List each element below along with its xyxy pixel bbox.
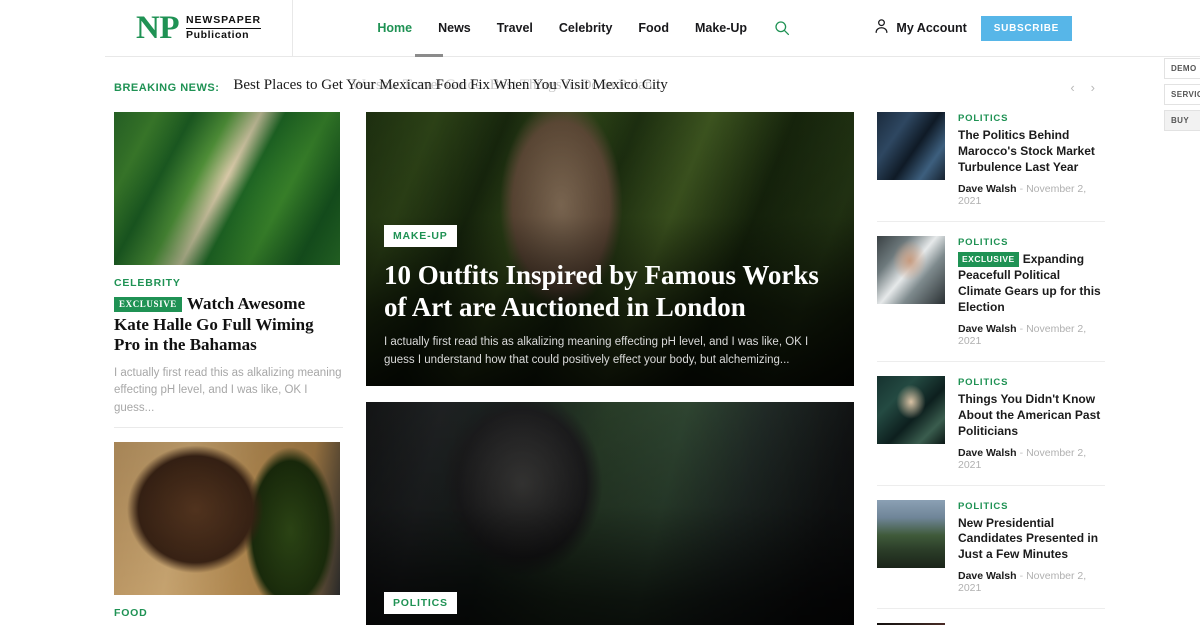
article-title[interactable]: Things You Didn't Know About the America… [958, 392, 1105, 440]
left-article-food[interactable]: FOOD This Week in Houston Food Blogs: Hi… [114, 426, 343, 625]
article-author[interactable]: Dave Walsh [958, 447, 1017, 459]
article-category[interactable]: POLITICS [958, 377, 1105, 388]
page-root: NP NEWSPAPER Publication Home News Trave… [0, 0, 1200, 625]
ticker-next-icon[interactable]: › [1091, 81, 1095, 94]
article-thumbnail[interactable] [114, 112, 340, 265]
list-item[interactable]: POLITICS New Presidential Candidates Pre… [877, 486, 1105, 610]
hero-category-badge[interactable]: MAKE-UP [384, 224, 457, 247]
demo-tab-buy[interactable]: BUY [1164, 110, 1200, 131]
article-author[interactable]: Dave Walsh [958, 323, 1017, 335]
ticker-prev-icon[interactable]: ‹ [1070, 81, 1074, 94]
meta-separator: - [1019, 446, 1024, 459]
list-item[interactable]: POLITICS The Politics Behind Marocco's S… [877, 112, 1105, 222]
ticker-controls: ‹ › [1070, 81, 1095, 94]
hero-article-makeup[interactable]: MAKE-UP 10 Outfits Inspired by Famous Wo… [366, 112, 854, 386]
breaking-news-ticker: Warsaw Travel Guide: Best Things to Do i… [233, 77, 1070, 99]
article-meta: Dave Walsh - November 2, 2021 [958, 323, 1105, 347]
article-author[interactable]: Dave Walsh [958, 183, 1017, 195]
logo-line-2: Publication [186, 28, 250, 41]
left-article-celebrity[interactable]: CELEBRITY EXCLUSIVE Watch Awesome Kate Ha… [114, 112, 343, 427]
article-category[interactable]: POLITICS [958, 113, 1105, 124]
exclusive-badge: EXCLUSIVE [958, 252, 1019, 268]
header-actions: My Account SUBSCRIBE [874, 15, 1200, 41]
nav-item-travel[interactable]: Travel [497, 17, 533, 39]
article-author[interactable]: Dave Walsh [958, 570, 1017, 582]
article-thumbnail[interactable] [877, 499, 945, 568]
breaking-news-label: BREAKING NEWS: [114, 81, 220, 94]
site-header: NP NEWSPAPER Publication Home News Trave… [105, 0, 1200, 57]
article-title[interactable]: New Presidential Candidates Presented in… [958, 516, 1105, 564]
nav-active-indicator [415, 54, 443, 57]
list-item[interactable]: POLITICS EXCLUSIVE Expanding Peacefull Po… [877, 222, 1105, 362]
middle-column: MAKE-UP 10 Outfits Inspired by Famous Wo… [355, 112, 865, 625]
article-thumbnail[interactable] [114, 441, 340, 595]
demo-tab-services[interactable]: SERVICES [1164, 84, 1200, 105]
article-meta: Dave Walsh - November 2, 2021 [958, 447, 1105, 471]
user-icon [874, 18, 889, 39]
hero-article-politics[interactable]: POLITICS New Presidential Candidates Pre… [366, 402, 854, 625]
subscribe-button[interactable]: SUBSCRIBE [980, 15, 1072, 41]
nav-item-food[interactable]: Food [638, 17, 669, 39]
hero-category-badge[interactable]: POLITICS [384, 592, 457, 615]
breaking-news-bar: BREAKING NEWS: Warsaw Travel Guide: Best… [105, 57, 1105, 118]
list-item[interactable]: POLITICS Things You Didn't Know About th… [877, 362, 1105, 486]
article-thumbnail[interactable] [877, 235, 945, 304]
my-account-label: My Account [896, 21, 967, 35]
article-title-text: Things You Didn't Know About the America… [958, 391, 1101, 438]
nav-item-celebrity[interactable]: Celebrity [559, 17, 613, 39]
article-title-text: New Presidential Candidates Presented in… [958, 515, 1099, 562]
right-sidebar: POLITICS The Politics Behind Marocco's S… [865, 112, 1111, 625]
logo-monogram: NP [136, 9, 180, 46]
article-meta: Dave Walsh - November 2, 2021 [958, 570, 1105, 594]
exclusive-badge: EXCLUSIVE [114, 297, 182, 313]
article-title-text: The Politics Behind Marocco's Stock Mark… [958, 128, 1095, 174]
article-category[interactable]: POLITICS [958, 237, 1105, 248]
logo-line-1: NEWSPAPER [186, 15, 261, 29]
meta-separator: - [1019, 570, 1024, 583]
theme-demo-panel: DEMO SERVICES BUY [1164, 58, 1200, 131]
hero-excerpt: I actually first read this as alkalizing… [384, 336, 809, 367]
my-account-button[interactable]: My Account [874, 18, 967, 39]
meta-separator: - [1019, 322, 1024, 335]
ticker-current-headline[interactable]: Best Places to Get Your Mexican Food Fix… [233, 77, 667, 94]
article-excerpt: I actually first read this as alkalizing… [114, 367, 342, 414]
meta-separator: - [1019, 182, 1024, 195]
main-navigation: Home News Travel Celebrity Food Make-Up [293, 0, 874, 57]
article-category[interactable]: CELEBRITY [114, 277, 343, 289]
hero-title[interactable]: 10 Outfits Inspired by Famous Works of A… [384, 259, 836, 324]
article-title[interactable]: EXCLUSIVE Watch Awesome Kate Halle Go Ful… [114, 294, 343, 356]
article-title[interactable]: EXCLUSIVE Expanding Peacefull Political C… [958, 252, 1105, 316]
article-thumbnail[interactable] [877, 112, 945, 180]
site-logo[interactable]: NP NEWSPAPER Publication [105, 0, 293, 57]
nav-item-news[interactable]: News [438, 17, 471, 39]
article-category[interactable]: FOOD [114, 607, 343, 619]
article-title[interactable]: The Politics Behind Marocco's Stock Mark… [958, 128, 1105, 176]
left-column: CELEBRITY EXCLUSIVE Watch Awesome Kate Ha… [105, 112, 355, 625]
search-icon[interactable] [773, 20, 790, 37]
article-thumbnail[interactable] [877, 375, 945, 444]
article-meta: Dave Walsh - November 2, 2021 [958, 183, 1105, 207]
nav-item-makeup[interactable]: Make-Up [695, 17, 747, 39]
article-category[interactable]: POLITICS [958, 501, 1105, 512]
nav-item-home[interactable]: Home [377, 17, 412, 39]
list-item[interactable]: POLITICS EXCLUSIVESanders Gets Respectfu… [877, 609, 1105, 625]
demo-tab-demo[interactable]: DEMO [1164, 58, 1200, 79]
content-grid: CELEBRITY EXCLUSIVE Watch Awesome Kate Ha… [105, 112, 1200, 625]
